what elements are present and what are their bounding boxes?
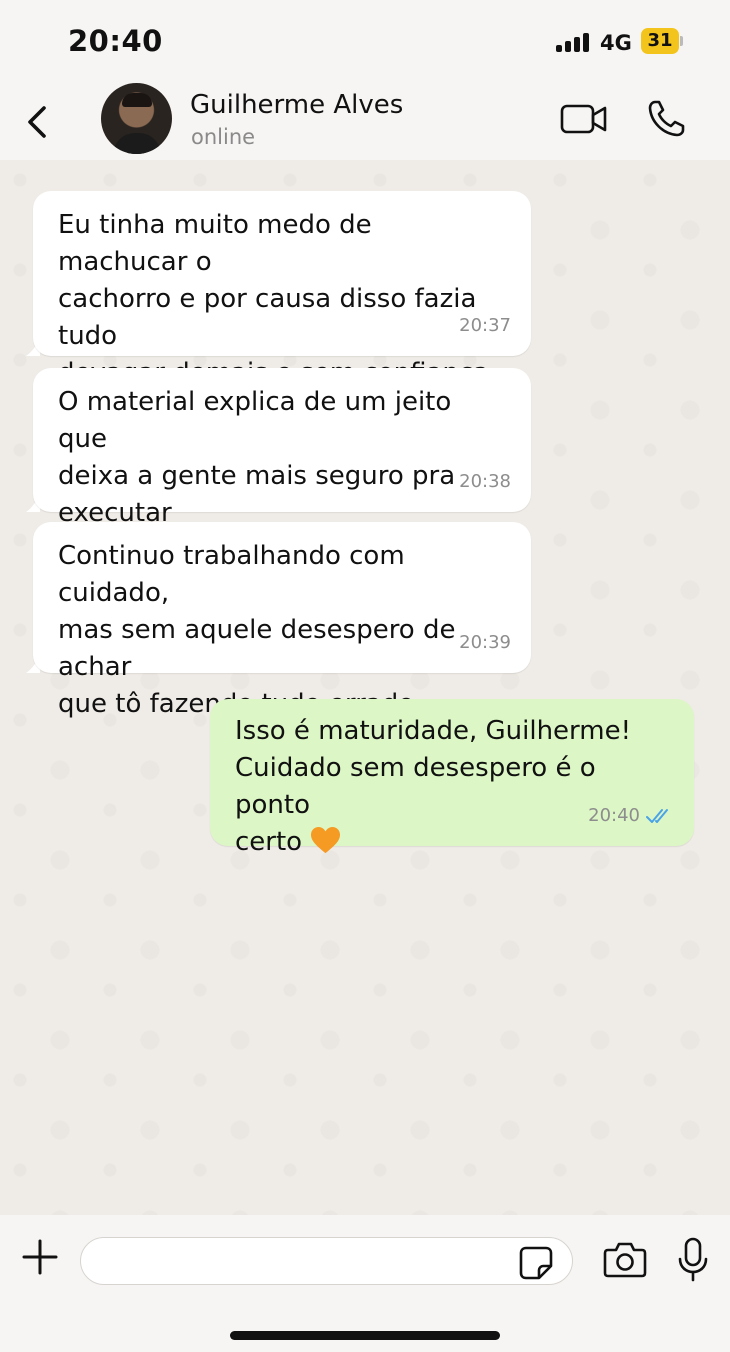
contact-status: online	[191, 125, 256, 149]
back-icon[interactable]	[22, 102, 56, 142]
message-bubble-incoming[interactable]: Continuo trabalhando com cuidado, mas se…	[33, 522, 531, 719]
message-text: Continuo trabalhando com cuidado, mas se…	[58, 541, 456, 719]
message-text-content: Isso é maturidade, Guilherme! Cuidado se…	[235, 716, 632, 857]
double-check-icon	[646, 808, 668, 823]
message-bubble-incoming[interactable]: Eu tinha muito medo de machucar o cachor…	[33, 191, 531, 388]
message-time: 20:39	[459, 632, 511, 653]
message-bubble-incoming[interactable]: O material explica de um jeito que deixa…	[33, 368, 531, 528]
voice-call-icon[interactable]	[646, 99, 686, 139]
status-time: 20:40	[68, 24, 163, 58]
status-bar: 20:40 4G 31	[0, 0, 730, 80]
camera-icon[interactable]	[603, 1241, 647, 1279]
chat-header: Guilherme Alves online	[0, 80, 730, 160]
message-time: 20:37	[459, 315, 511, 336]
orange-heart-emoji-icon	[311, 826, 341, 854]
message-text: Isso é maturidade, Guilherme! Cuidado se…	[235, 713, 670, 861]
message-text: Eu tinha muito medo de machucar o cachor…	[58, 210, 489, 388]
contact-name[interactable]: Guilherme Alves	[190, 90, 403, 120]
battery-icon: 31	[641, 28, 683, 54]
plus-icon[interactable]	[22, 1239, 58, 1275]
battery-level: 31	[647, 30, 673, 51]
video-call-icon[interactable]	[560, 102, 608, 136]
message-input-bar	[0, 1215, 730, 1352]
message-text: O material explica de um jeito que deixa…	[58, 387, 456, 528]
message-time: 20:38	[459, 471, 511, 492]
home-indicator	[230, 1331, 500, 1340]
network-type: 4G	[600, 31, 632, 55]
message-time: 20:40	[588, 805, 640, 826]
contact-avatar[interactable]	[101, 83, 172, 154]
message-input[interactable]	[80, 1237, 573, 1285]
message-bubble-outgoing[interactable]: Isso é maturidade, Guilherme! Cuidado se…	[210, 699, 694, 857]
signal-strength-icon	[556, 32, 592, 52]
microphone-icon[interactable]	[676, 1237, 710, 1283]
sticker-icon[interactable]	[518, 1245, 554, 1281]
